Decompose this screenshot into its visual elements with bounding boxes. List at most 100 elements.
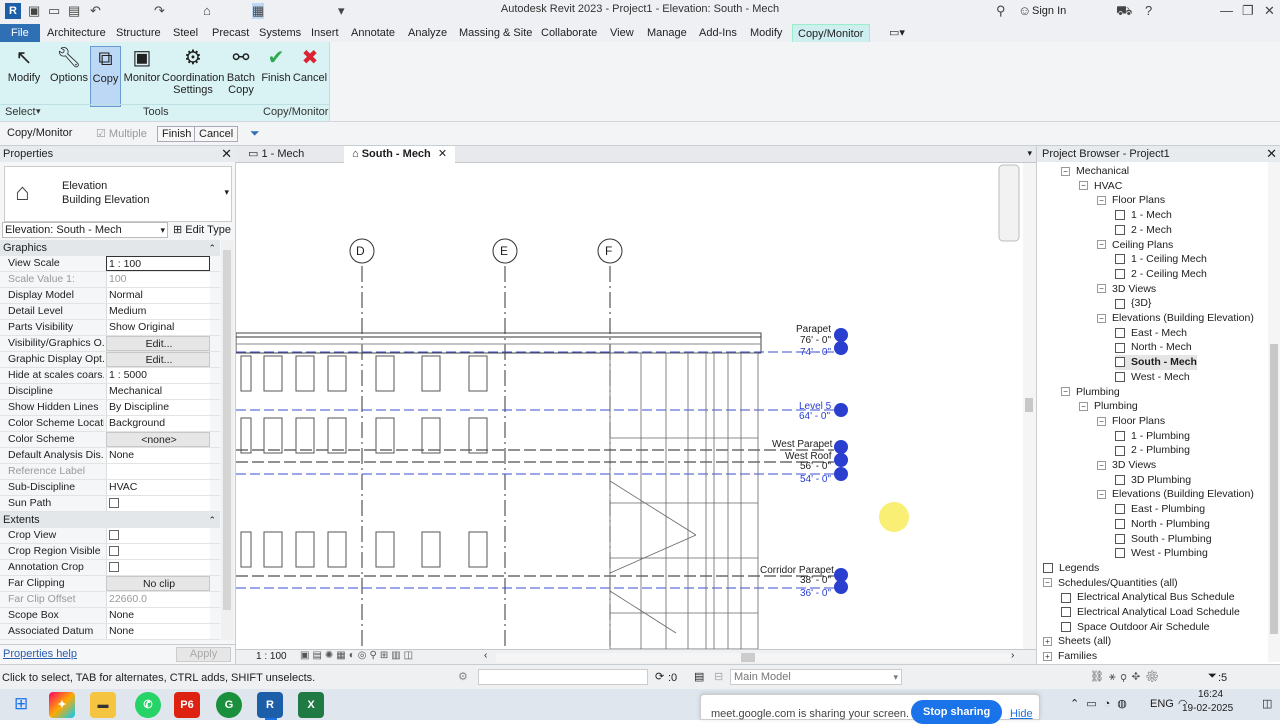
browser-item[interactable]: West - Plumbing — [1115, 546, 1208, 561]
hscroll-left-icon[interactable]: ‹ — [484, 650, 487, 661]
level-name-west-parapet[interactable]: West Parapet — [772, 439, 832, 450]
finish-button[interactable]: ✔ Finish — [260, 46, 292, 104]
type-selector[interactable]: ⌂ Elevation Building Elevation ▾ — [4, 166, 232, 222]
browser-item[interactable]: 1 - Ceiling Mech — [1115, 252, 1207, 267]
collapse-icon[interactable]: − — [1043, 578, 1052, 588]
collapse-icon[interactable]: − — [1061, 387, 1070, 397]
property-row[interactable]: Show Hidden Lines By Discipline — [0, 400, 220, 416]
browser-item[interactable]: − Elevations (Building Elevation) — [1097, 487, 1254, 502]
property-row[interactable]: Annotation Crop — [0, 560, 220, 576]
browser-item[interactable]: Space Outdoor Air Schedule — [1061, 620, 1210, 635]
browser-item[interactable]: 2 - Mech — [1115, 223, 1172, 238]
browser-item[interactable]: {3D} — [1115, 296, 1151, 311]
property-value[interactable]: 100 — [106, 272, 210, 287]
level-elev-76[interactable]: 76' - 0" — [800, 335, 831, 346]
level-elev-74[interactable]: 74' - 0" — [800, 347, 831, 358]
menu-massing-site[interactable]: Massing & Site — [454, 24, 537, 42]
browser-item[interactable]: 3D Plumbing — [1115, 473, 1191, 488]
collapse-icon[interactable]: − — [1097, 313, 1106, 323]
revit-taskbar-icon[interactable]: R — [257, 692, 283, 718]
elevation-drawing[interactable] — [236, 163, 1036, 649]
copy-button[interactable]: ⧉ Copy — [90, 46, 121, 107]
menu-annotate[interactable]: Annotate — [346, 24, 400, 42]
language-indicator[interactable]: ENG — [1150, 698, 1174, 710]
collapse-icon[interactable]: − — [1079, 401, 1088, 411]
hide-share-link[interactable]: Hide — [1010, 708, 1033, 720]
sign-in-link[interactable]: Sign In — [1032, 5, 1066, 17]
level-elev-38[interactable]: 38' - 0" — [800, 575, 831, 586]
property-value[interactable]: Medium — [106, 304, 210, 319]
browser-scrollbar-thumb[interactable] — [1270, 344, 1278, 634]
collapse-icon[interactable]: − — [1097, 196, 1106, 206]
property-edit-button[interactable]: Edit... — [106, 336, 210, 351]
workset-select[interactable] — [478, 669, 648, 685]
canvas-hscroll[interactable] — [496, 653, 1011, 662]
property-checkbox[interactable] — [109, 562, 119, 572]
property-row[interactable]: Visibility/Graphics O... Edit... — [0, 336, 220, 352]
copilot-icon[interactable]: ✦ — [49, 692, 75, 718]
view-control-icons[interactable]: ▣▤✺▦◐◎⚲⊞▥◫ — [300, 650, 416, 661]
browser-item[interactable]: 1 - Mech — [1115, 208, 1172, 223]
menu-view[interactable]: View — [605, 24, 639, 42]
multiple-checkbox[interactable]: ☑ Multiple — [96, 127, 147, 140]
tab-south-mech[interactable]: ⌂ South - Mech ✕ — [344, 146, 456, 163]
browser-item[interactable]: − Plumbing — [1061, 385, 1120, 400]
file-explorer-icon[interactable]: ▬ — [90, 692, 116, 718]
browser-item[interactable]: 2 - Ceiling Mech — [1115, 267, 1207, 282]
browser-item[interactable]: − HVAC — [1079, 179, 1122, 194]
property-row[interactable]: Crop Region Visible — [0, 544, 220, 560]
property-checkbox[interactable] — [109, 498, 119, 508]
filter-icon[interactable]: ⏷ — [250, 126, 260, 141]
apply-button[interactable]: Apply — [176, 647, 231, 662]
collapse-icon[interactable]: − — [1097, 490, 1106, 500]
menu-systems[interactable]: Systems — [254, 24, 306, 42]
property-row[interactable]: Reference Label — [0, 464, 220, 480]
level-elev-64[interactable]: 64' - 0" — [799, 411, 830, 422]
property-value[interactable]: 1 : 100 — [106, 256, 210, 271]
property-row[interactable]: Parts Visibility Show Original — [0, 320, 220, 336]
graphics-section[interactable]: Graphics ⌃ — [0, 240, 220, 256]
property-value[interactable] — [106, 544, 210, 559]
canvas-vscroll-thumb[interactable] — [1025, 398, 1033, 412]
property-row[interactable]: Far Clip Offset 22660.0 — [0, 592, 220, 608]
browser-item[interactable]: Electrical Analytical Bus Schedule — [1061, 590, 1235, 605]
windows-start-icon[interactable]: ⊞ — [14, 694, 28, 714]
grid-label-f[interactable]: F — [605, 244, 612, 258]
collapse-icon[interactable]: − — [1061, 166, 1070, 176]
menu-file[interactable]: File — [0, 24, 40, 42]
help-icon[interactable]: ? — [1145, 3, 1152, 18]
property-checkbox[interactable] — [109, 530, 119, 540]
property-value[interactable] — [106, 560, 210, 575]
property-value[interactable]: None — [106, 448, 210, 463]
menu-steel[interactable]: Steel — [168, 24, 203, 42]
browser-item[interactable]: 1 - Plumbing — [1115, 429, 1190, 444]
edit-type-button[interactable]: ⊞ Edit Type — [173, 223, 231, 236]
cancel-button[interactable]: ✖ Cancel — [292, 46, 328, 104]
tab-1-mech[interactable]: ▭ 1 - Mech — [240, 146, 312, 163]
clock-date[interactable]: 19-02-2025 — [1182, 703, 1233, 714]
property-row[interactable]: Graphic Display Opt... Edit... — [0, 352, 220, 368]
excel-icon[interactable]: X — [298, 692, 324, 718]
level-elev-36[interactable]: 36' - 0" — [800, 588, 831, 599]
property-edit-button[interactable]: <none> — [106, 432, 210, 447]
menu-manage[interactable]: Manage — [642, 24, 692, 42]
property-value[interactable]: None — [106, 624, 210, 639]
grid-label-d[interactable]: D — [356, 244, 365, 258]
browser-item[interactable]: + Families — [1043, 649, 1097, 664]
collapse-icon[interactable]: − — [1097, 240, 1106, 250]
tray-icons[interactable]: ⌃▭◔◍ — [1070, 697, 1134, 710]
level-elev-54[interactable]: 54' - 0" — [800, 474, 831, 485]
browser-item[interactable]: North - Mech — [1115, 340, 1192, 355]
collapse-icon[interactable]: − — [1097, 416, 1106, 426]
design-options-icon[interactable]: ▤ — [694, 670, 704, 683]
chrome-icon[interactable]: G — [216, 692, 242, 718]
collapse-icon[interactable]: − — [1079, 181, 1088, 191]
browser-item[interactable]: Electrical Analytical Load Schedule — [1061, 605, 1240, 620]
filter-status-icon[interactable]: ⏷ — [1208, 670, 1217, 683]
property-row[interactable]: Far Clipping No clip — [0, 576, 220, 592]
menu-extra-icon[interactable]: ▭▾ — [884, 24, 910, 42]
design-option-select[interactable]: Main Model ▾ — [730, 669, 902, 685]
browser-item[interactable]: − Mechanical — [1061, 164, 1129, 179]
close-browser-icon[interactable]: ✕ — [1266, 146, 1277, 162]
properties-help-link[interactable]: Properties help — [3, 648, 77, 660]
